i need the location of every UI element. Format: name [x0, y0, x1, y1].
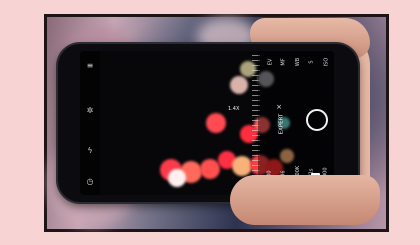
thumb-bottom — [230, 175, 380, 225]
menu-icon[interactable]: ≡ — [85, 61, 95, 71]
mf-label: MF — [280, 58, 287, 66]
expert-label[interactable]: EXPERT — [279, 114, 285, 135]
settings-icon[interactable]: ✲ — [85, 106, 95, 116]
wb-label: WB — [295, 57, 301, 67]
ev-label: EV — [267, 58, 273, 66]
timer-icon[interactable]: ◷ — [85, 177, 95, 187]
zoom-label: 1.4X — [228, 106, 240, 112]
s-label: S — [309, 60, 315, 64]
shutter-button[interactable] — [306, 109, 328, 131]
flash-icon[interactable]: ϟ — [85, 146, 95, 156]
left-toolbar: ≡ ✲ ϟ ◷ — [80, 51, 100, 195]
camera-screen: ≡ ✲ ϟ ◷ EV 0.00 MF 0.36 WB ●5000K S ●1/1… — [80, 51, 334, 195]
iso-label: ISO — [323, 57, 329, 67]
close-icon[interactable]: × — [276, 103, 282, 111]
